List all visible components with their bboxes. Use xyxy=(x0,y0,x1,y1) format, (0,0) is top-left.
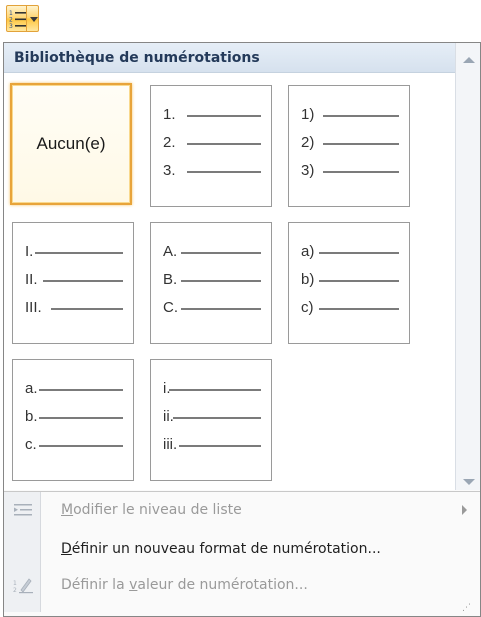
resize-grip-icon[interactable]: ⋰ xyxy=(462,603,476,613)
numbering-row: b. xyxy=(25,408,129,428)
submenu-arrow-icon xyxy=(462,505,467,515)
numbering-row: 1. xyxy=(163,106,267,126)
set-numbering-value-icon: 1 2 xyxy=(13,578,33,594)
numbering-row: B. xyxy=(163,271,267,291)
svg-text:3: 3 xyxy=(9,23,13,29)
menu-item-define-new-format[interactable]: Définir un nouveau format de numérotatio… xyxy=(4,533,480,565)
numbering-split-button[interactable]: 1 2 3 xyxy=(6,5,39,32)
numbering-tile-arabic-period[interactable]: 1. 2. 3. xyxy=(150,85,272,207)
numbering-row: 3. xyxy=(163,162,267,182)
svg-text:1: 1 xyxy=(13,580,17,587)
menu-item-change-list-level[interactable]: Modifier le niveau de liste xyxy=(4,494,480,526)
numbering-row: c) xyxy=(301,299,405,319)
numbering-row: i. xyxy=(163,380,267,400)
numbering-row: I. xyxy=(25,243,129,263)
numbering-row: C. xyxy=(163,299,267,319)
numbering-row: A. xyxy=(163,243,267,263)
numbering-library-gallery: Aucun(e) 1. 2. 3. 1) 2) 3) I. II. III. A… xyxy=(4,73,455,490)
numbering-tile-arabic-paren[interactable]: 1) 2) 3) xyxy=(288,85,410,207)
scroll-down-icon[interactable] xyxy=(463,479,475,485)
numbering-tile-upper-alpha[interactable]: A. B. C. xyxy=(150,222,272,344)
numbering-row: ii. xyxy=(163,408,267,428)
numbering-row: 2) xyxy=(301,134,405,154)
menu-item-label: Définir un nouveau format de numérotatio… xyxy=(61,541,381,557)
numbering-row: III. xyxy=(25,299,129,319)
numbering-row: b) xyxy=(301,271,405,291)
numbering-tile-lower-alpha-period[interactable]: a. b. c. xyxy=(12,359,134,481)
numbering-row: c. xyxy=(25,436,129,456)
numbering-row: a) xyxy=(301,243,405,263)
indent-level-icon xyxy=(14,504,32,516)
menu-item-label: Modifier le niveau de liste xyxy=(61,502,242,518)
numbering-row: 3) xyxy=(301,162,405,182)
gallery-header: Bibliothèque de numérotations xyxy=(4,43,455,73)
numbering-row: 1) xyxy=(301,106,405,126)
numbering-row: iii. xyxy=(163,436,267,456)
scroll-up-icon[interactable] xyxy=(463,57,475,63)
numbering-tile-lower-roman[interactable]: i. ii. iii. xyxy=(150,359,272,481)
menu-item-label: Définir la valeur de numérotation... xyxy=(61,577,308,593)
split-divider xyxy=(26,6,27,31)
numbering-row: a. xyxy=(25,380,129,400)
numbering-menu: Modifier le niveau de liste Définir un n… xyxy=(4,491,480,612)
numbering-row: II. xyxy=(25,271,129,291)
menu-item-set-numbering-value[interactable]: 1 2 Définir la valeur de numérotation... xyxy=(4,569,480,601)
gallery-scrollbar[interactable] xyxy=(455,43,480,490)
numbered-list-icon: 1 2 3 xyxy=(9,10,26,29)
numbering-tile-upper-roman[interactable]: I. II. III. xyxy=(12,222,134,344)
svg-text:2: 2 xyxy=(13,587,17,594)
dropdown-arrow-icon[interactable] xyxy=(30,17,38,22)
numbering-tile-lower-alpha-paren[interactable]: a) b) c) xyxy=(288,222,410,344)
numbering-row: 2. xyxy=(163,134,267,154)
tile-none-label: Aucun(e) xyxy=(36,134,106,153)
numbering-tile-none[interactable]: Aucun(e) xyxy=(10,83,132,205)
